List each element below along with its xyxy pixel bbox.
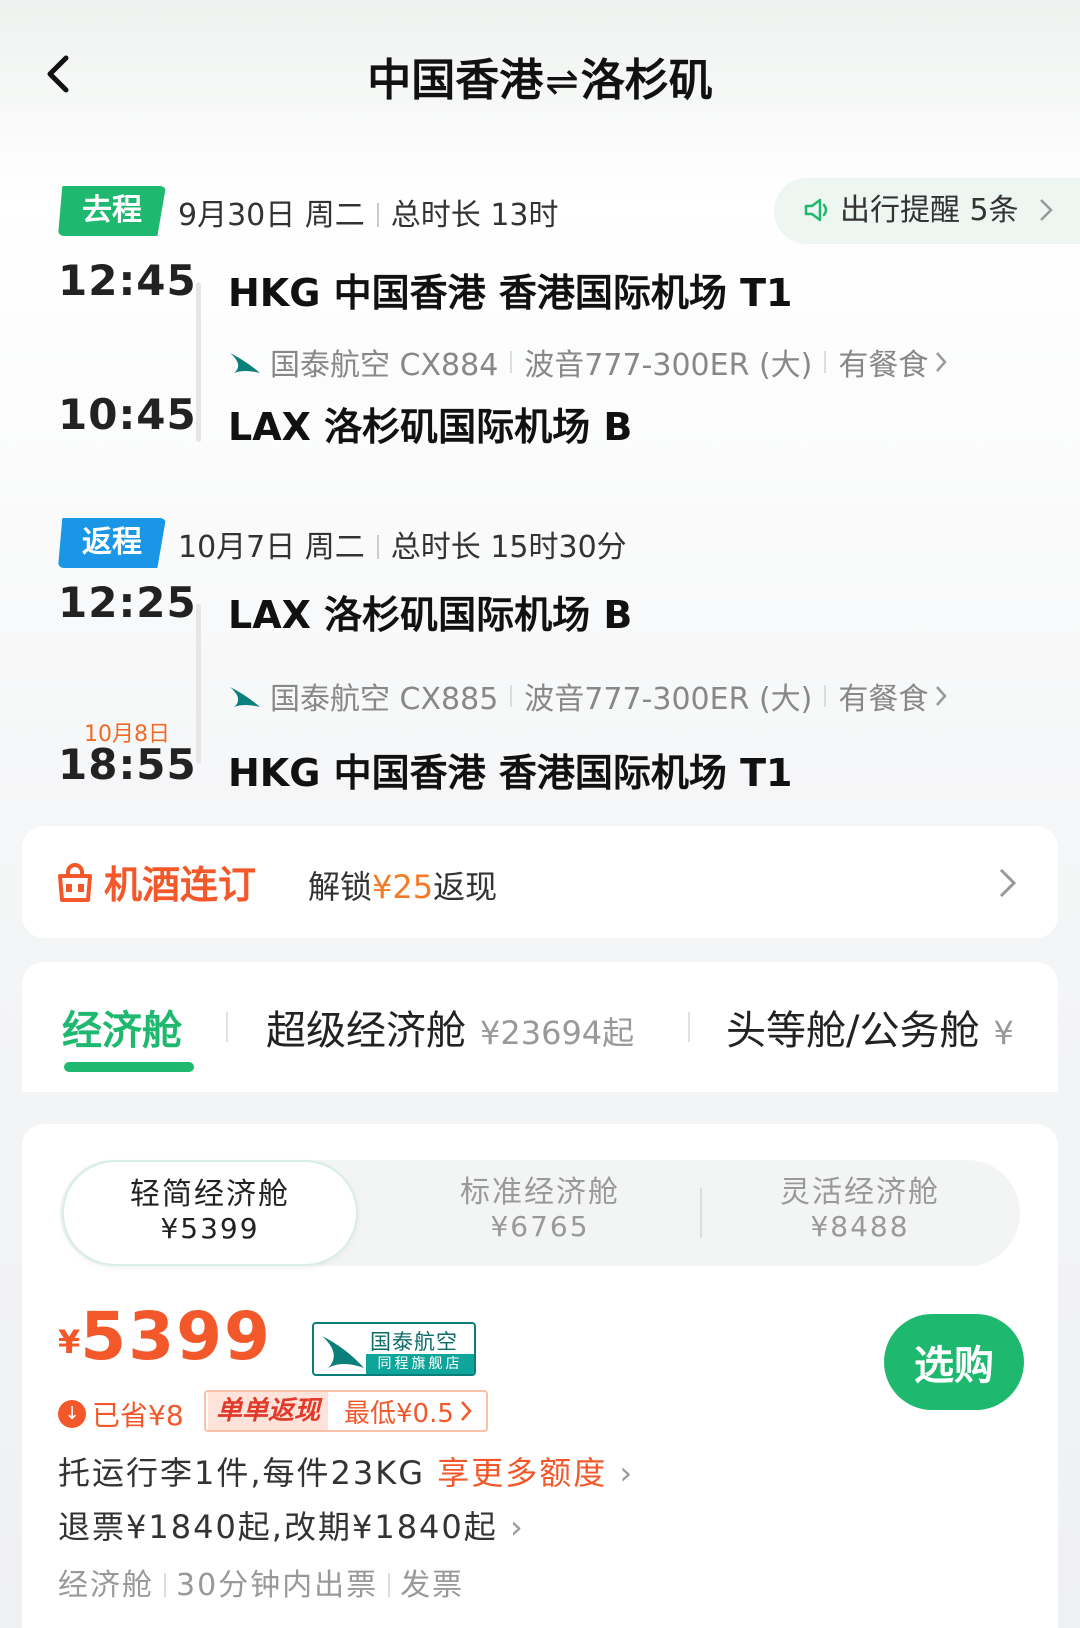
cashback-promo[interactable]: 单单返现 最低¥0.5 [204, 1390, 488, 1432]
tab-label: 经济舱 [62, 1008, 182, 1054]
cabin-tabs: 经济舱 超级经济舱 ¥23694起 头等舱/公务舱 ¥ [22, 962, 1058, 1092]
fare-label: 灵活经济舱 [780, 1175, 940, 1210]
tab-label: 超级经济舱 [266, 1008, 466, 1054]
fare-label: 标准经济舱 [460, 1175, 620, 1210]
badge-airline: 国泰航空 [370, 1330, 458, 1354]
offer-suffix: 返现 [433, 868, 498, 906]
outbound-duration: 总时长 13时 [390, 198, 559, 233]
offer-prefix: 解锁 [308, 868, 373, 906]
fare-option-flex[interactable]: 灵活经济舱 ¥8488 [700, 1160, 1020, 1266]
fare-price: ¥8488 [810, 1210, 910, 1243]
outbound-date: 9月30日 周二 [178, 198, 365, 233]
selected-price: ¥5399 [58, 1298, 272, 1375]
chevron-right-icon [936, 686, 948, 706]
return-flight-detail[interactable]: 国泰航空 CX885 波音777-300ER (大) 有餐食 [228, 674, 948, 718]
cathay-logo-icon [230, 353, 260, 373]
chevron-right-icon [936, 352, 948, 372]
outbound-arr-airport: LAX 洛杉矶国际机场 B [228, 405, 633, 449]
return-meal: 有餐食 [838, 682, 929, 717]
chevron-right-icon [1040, 199, 1053, 221]
hotel-bundle-banner[interactable]: 机酒连订 解锁¥25返现 [22, 826, 1058, 938]
fare-type-selector: 轻简经济舱 ¥5399 标准经济舱 ¥6765 灵活经济舱 ¥8488 [60, 1160, 1020, 1266]
return-airline: 国泰航空 CX885 [270, 682, 499, 717]
chevron-right-icon: › [607, 1454, 635, 1492]
active-tab-indicator [64, 1062, 194, 1072]
tab-label: 头等舱/公务舱 [726, 1008, 980, 1054]
speaker-icon [804, 198, 828, 222]
chevron-right-icon: › [497, 1508, 525, 1546]
tab-divider [688, 1012, 690, 1042]
swap-icon: ⇌ [545, 59, 579, 105]
page-title: 中国香港⇌洛杉矶 [0, 44, 1080, 108]
return-date: 10月7日 周二 [178, 530, 365, 565]
refund-text: 退票¥1840起,改期¥1840起 [58, 1508, 498, 1546]
outbound-airline: 国泰航空 CX884 [270, 348, 499, 383]
price-value: 5399 [80, 1298, 272, 1375]
saved-amount: ↓ 已省¥8 [58, 1394, 184, 1434]
destination-city: 洛杉矶 [580, 55, 713, 106]
outbound-dep-time: 12:45 [58, 256, 197, 305]
return-timeline [196, 604, 201, 764]
airline-store-badge: 国泰航空 同程旗舰店 [312, 1322, 476, 1376]
ticketing-text: 30分钟内出票 [176, 1568, 379, 1603]
invoice-text: 发票 [400, 1568, 465, 1603]
promo-text: 最低¥0.5 [344, 1398, 454, 1429]
hotel-bundle-brand: 机酒连订 [54, 854, 256, 909]
bag-icon [58, 862, 92, 902]
fare-footer: 经济舱 30分钟内出票 发票 [58, 1560, 464, 1604]
refund-info[interactable]: 退票¥1840起,改期¥1840起 › [58, 1502, 525, 1548]
outbound-aircraft: 波音777-300ER (大) [524, 348, 813, 383]
reminder-label: 出行提醒 5条 [840, 193, 1019, 228]
baggage-info[interactable]: 托运行李1件,每件23KG 享更多额度 › [58, 1448, 634, 1494]
fare-option-standard[interactable]: 标准经济舱 ¥6765 [380, 1160, 700, 1266]
return-arr-time: 18:55 [58, 740, 197, 789]
return-dep-time: 12:25 [58, 578, 197, 627]
origin-city: 中国香港 [367, 55, 544, 106]
currency-symbol: ¥ [58, 1323, 81, 1361]
promo-tag: 单单返现 [208, 1392, 329, 1430]
cathay-logo-icon [322, 1336, 364, 1368]
fare-price: ¥5399 [160, 1212, 260, 1245]
chevron-right-icon [999, 868, 1017, 898]
return-dep-airport: LAX 洛杉矶国际机场 B [228, 593, 633, 637]
return-aircraft: 波音777-300ER (大) [524, 682, 813, 717]
return-arr-airport: HKG 中国香港 香港国际机场 T1 [228, 751, 793, 795]
return-summary: 10月7日 周二 总时长 15时30分 [178, 522, 627, 566]
hotel-bundle-title: 机酒连订 [104, 863, 257, 907]
down-arrow-icon: ↓ [58, 1400, 86, 1428]
outbound-timeline [196, 282, 201, 442]
tab-divider [226, 1012, 228, 1042]
cabin-class-text: 经济舱 [58, 1568, 154, 1603]
outbound-dep-airport: HKG 中国香港 香港国际机场 T1 [228, 271, 793, 315]
fare-option-light[interactable]: 轻简经济舱 ¥5399 [62, 1160, 358, 1266]
outbound-summary: 9月30日 周二 总时长 13时 [178, 190, 559, 234]
tab-price: ¥23694起 [480, 1014, 635, 1052]
travel-reminder-button[interactable]: 出行提醒 5条 [774, 178, 1080, 244]
badge-store: 同程旗舰店 [366, 1354, 474, 1374]
fare-price: ¥6765 [490, 1210, 590, 1243]
baggage-upgrade-link[interactable]: 享更多额度 [437, 1454, 607, 1492]
offer-amount: ¥25 [372, 868, 434, 906]
hotel-bundle-offer: 解锁¥25返现 [308, 862, 497, 908]
cathay-logo-icon [230, 687, 260, 707]
outbound-flight-detail[interactable]: 国泰航空 CX884 波音777-300ER (大) 有餐食 [228, 340, 948, 384]
return-tag: 返程 [58, 518, 166, 568]
saved-text: 已省¥8 [92, 1399, 184, 1432]
fare-card: 轻简经济舱 ¥5399 标准经济舱 ¥6765 灵活经济舱 ¥8488 ¥539… [22, 1124, 1058, 1628]
outbound-meal: 有餐食 [838, 348, 929, 383]
outbound-tag: 去程 [58, 186, 166, 236]
fare-label: 轻简经济舱 [130, 1177, 290, 1212]
baggage-text: 托运行李1件,每件23KG [58, 1454, 426, 1492]
outbound-arr-time: 10:45 [58, 390, 197, 439]
chevron-right-icon [460, 1401, 472, 1421]
tab-premium-economy[interactable]: 超级经济舱 ¥23694起 [266, 998, 634, 1056]
tab-first-business[interactable]: 头等舱/公务舱 ¥ [726, 998, 1014, 1056]
return-duration: 总时长 15时30分 [390, 530, 627, 565]
buy-button[interactable]: 选购 [884, 1314, 1024, 1410]
tab-price: ¥ [993, 1014, 1014, 1052]
tab-economy[interactable]: 经济舱 [62, 998, 182, 1056]
